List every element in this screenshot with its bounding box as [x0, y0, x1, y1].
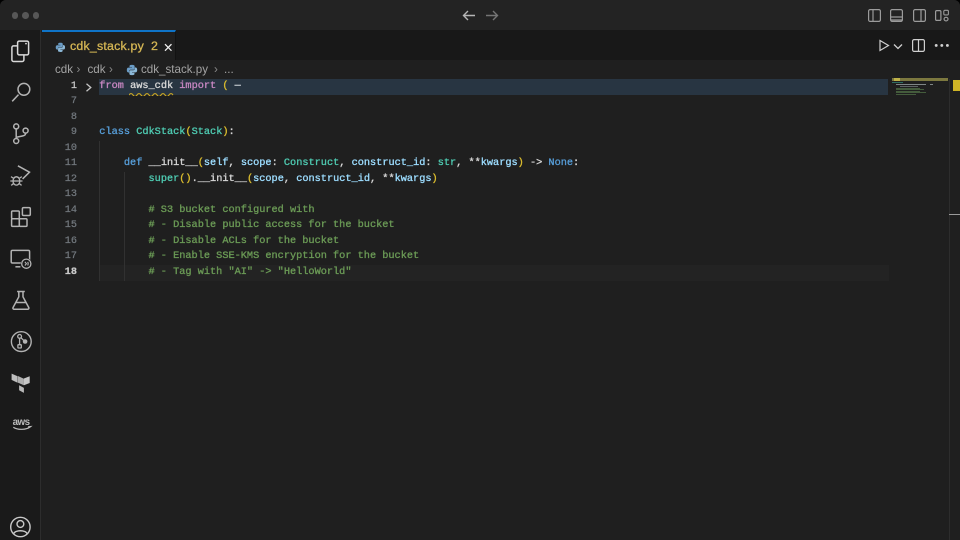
svg-text:aws: aws: [13, 417, 31, 428]
